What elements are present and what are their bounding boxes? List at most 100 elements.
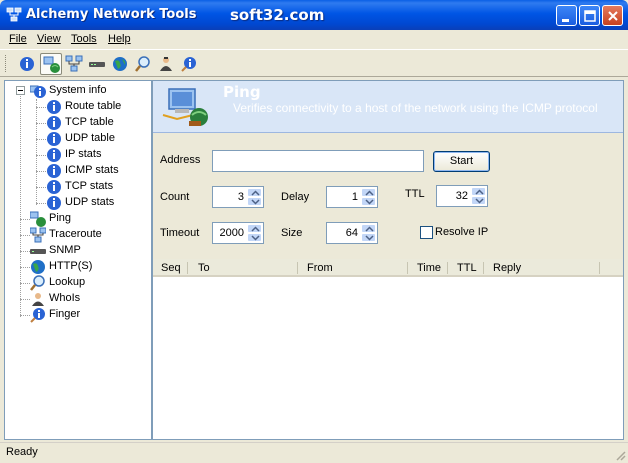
toolbar-grip[interactable] bbox=[5, 55, 8, 72]
toolbar-finger-button[interactable] bbox=[178, 53, 200, 75]
count-spinner[interactable]: 3 bbox=[212, 186, 264, 208]
size-down-button[interactable] bbox=[361, 233, 376, 242]
resize-grip-icon[interactable] bbox=[614, 449, 626, 461]
timeout-down-button[interactable] bbox=[247, 233, 262, 242]
resolve-ip-checkbox[interactable] bbox=[420, 226, 433, 239]
arrow-up-icon bbox=[251, 226, 260, 232]
ttl-value: 32 bbox=[455, 190, 468, 202]
ping-icon bbox=[43, 56, 60, 73]
toolbar-snmp-button[interactable] bbox=[86, 53, 108, 75]
ttl-spinner[interactable]: 32 bbox=[436, 185, 488, 207]
tree-line bbox=[20, 235, 30, 236]
globe-icon bbox=[113, 57, 127, 71]
menu-file[interactable]: File bbox=[9, 33, 27, 45]
timeout-spinner[interactable]: 2000 bbox=[212, 222, 264, 244]
col-header-from[interactable]: From bbox=[307, 262, 333, 274]
size-label: Size bbox=[281, 227, 303, 239]
size-spinner[interactable]: 64 bbox=[326, 222, 378, 244]
maximize-icon bbox=[584, 10, 596, 22]
tool-description: Verifies connectivity to a host of the n… bbox=[233, 101, 598, 115]
finger-icon bbox=[30, 308, 45, 323]
status-text: Ready bbox=[6, 446, 38, 458]
minimize-button[interactable] bbox=[556, 5, 577, 26]
ping-large-icon bbox=[162, 88, 208, 126]
tree-line bbox=[36, 139, 46, 140]
lookup-icon bbox=[30, 275, 45, 291]
start-button[interactable]: Start bbox=[433, 151, 490, 172]
lookup-icon bbox=[135, 56, 150, 72]
app-network-icon bbox=[6, 7, 22, 22]
column-divider[interactable] bbox=[483, 262, 484, 274]
maximize-button[interactable] bbox=[579, 5, 600, 26]
whois-icon bbox=[160, 57, 172, 71]
system-info-icon bbox=[20, 57, 34, 71]
tree-line bbox=[20, 315, 30, 316]
ttl-down-button[interactable] bbox=[471, 196, 486, 205]
col-header-reply[interactable]: Reply bbox=[493, 262, 521, 274]
count-up-button[interactable] bbox=[247, 188, 262, 197]
column-divider[interactable] bbox=[599, 262, 600, 274]
tree-label: UDP stats bbox=[65, 196, 115, 208]
count-down-button[interactable] bbox=[247, 197, 262, 206]
results-table[interactable]: Seq To From Time TTL Reply bbox=[153, 259, 623, 439]
menu-help-label: Help bbox=[108, 33, 131, 45]
col-header-to[interactable]: To bbox=[198, 262, 210, 274]
arrow-down-icon bbox=[251, 235, 260, 241]
toolbar-system-info-button[interactable] bbox=[16, 53, 38, 75]
tree-line bbox=[20, 251, 30, 252]
menu-view[interactable]: View bbox=[37, 33, 61, 45]
size-up-button[interactable] bbox=[361, 224, 376, 233]
close-icon bbox=[608, 11, 618, 21]
close-button[interactable] bbox=[602, 5, 623, 26]
tool-tree[interactable]: System info Route table TCP table UDP ta… bbox=[4, 80, 152, 440]
tree-collapse-toggle[interactable] bbox=[16, 86, 25, 95]
arrow-down-icon bbox=[365, 235, 374, 241]
toolbar-http-button[interactable] bbox=[109, 53, 131, 75]
tree-line bbox=[36, 99, 37, 205]
toolbar-lookup-button[interactable] bbox=[132, 53, 154, 75]
toolbar-whois-button[interactable] bbox=[155, 53, 177, 75]
info-icon bbox=[47, 196, 61, 210]
col-header-ttl[interactable]: TTL bbox=[457, 262, 477, 274]
tree-label: IP stats bbox=[65, 148, 102, 160]
menu-tools[interactable]: Tools bbox=[71, 33, 97, 45]
spinner-arrows bbox=[361, 188, 376, 206]
tree-label: ICMP stats bbox=[65, 164, 119, 176]
count-label: Count bbox=[160, 191, 190, 203]
col-header-time[interactable]: Time bbox=[417, 262, 441, 274]
info-icon bbox=[47, 180, 61, 194]
ttl-up-button[interactable] bbox=[471, 187, 486, 196]
column-divider[interactable] bbox=[407, 262, 408, 274]
timeout-label: Timeout bbox=[160, 227, 200, 239]
column-divider[interactable] bbox=[187, 262, 188, 274]
address-input[interactable] bbox=[212, 150, 424, 172]
toolbar-ping-button[interactable] bbox=[40, 53, 62, 75]
column-divider[interactable] bbox=[297, 262, 298, 274]
delay-down-button[interactable] bbox=[361, 197, 376, 206]
menu-help[interactable]: Help bbox=[108, 33, 131, 45]
finger-icon bbox=[181, 57, 196, 72]
status-bar: Ready bbox=[0, 442, 628, 463]
address-label: Address bbox=[160, 154, 201, 166]
toolbar-traceroute-button[interactable] bbox=[63, 53, 85, 75]
tool-title: Ping bbox=[223, 83, 261, 101]
tree-label: WhoIs bbox=[49, 292, 81, 304]
arrow-down-icon bbox=[251, 199, 260, 205]
delay-spinner[interactable]: 1 bbox=[326, 186, 378, 208]
watermark-text: soft32.com bbox=[230, 6, 325, 24]
info-icon bbox=[47, 132, 61, 146]
timeout-up-button[interactable] bbox=[247, 224, 262, 233]
column-divider[interactable] bbox=[447, 262, 448, 274]
info-icon bbox=[47, 164, 61, 178]
toolbar bbox=[0, 49, 628, 77]
tree-line bbox=[36, 107, 46, 108]
ttl-label: TTL bbox=[405, 188, 425, 200]
delay-up-button[interactable] bbox=[361, 188, 376, 197]
col-header-seq[interactable]: Seq bbox=[161, 262, 181, 274]
spinner-arrows bbox=[471, 187, 486, 205]
title-bar[interactable]: Alchemy Network Tools soft32.com bbox=[0, 0, 628, 30]
resolve-ip-label[interactable]: Resolve IP bbox=[435, 226, 488, 238]
size-value: 64 bbox=[345, 227, 358, 239]
tool-panel: Ping Verifies connectivity to a host of … bbox=[152, 80, 624, 440]
spinner-arrows bbox=[247, 188, 262, 206]
